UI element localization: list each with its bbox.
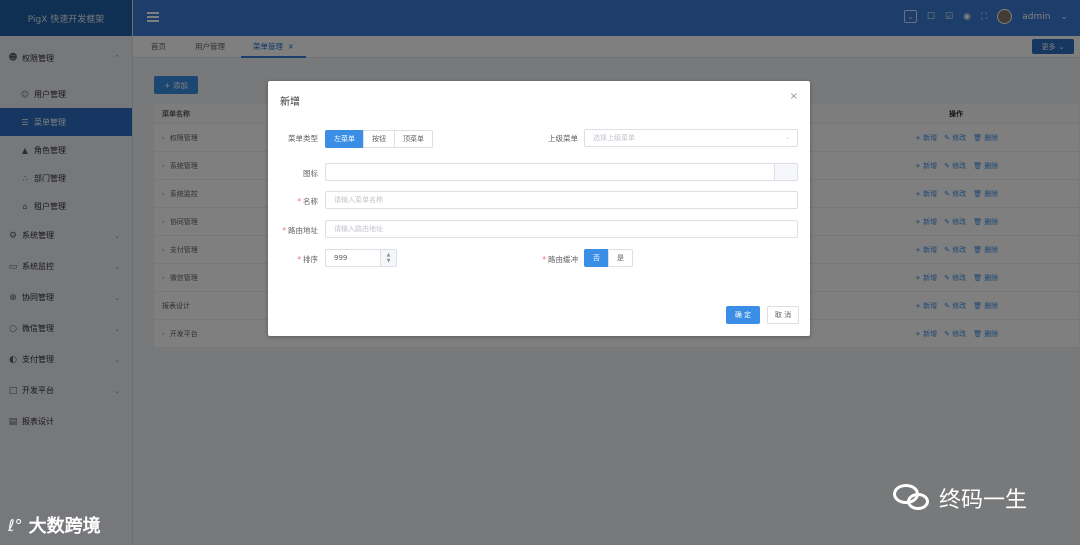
watermark-logo-icon: ℓ° — [8, 515, 23, 535]
name-label-text: 名称 — [303, 197, 318, 206]
sort-label: * 排序 — [297, 255, 318, 264]
route-cache-label-text: 路由缓冲 — [548, 255, 578, 264]
route-cache-yes[interactable]: 是 — [608, 249, 633, 267]
close-icon[interactable]: × — [790, 91, 798, 102]
route-cache-no[interactable]: 否 — [584, 249, 609, 267]
menu-type-label: 菜单类型 — [288, 134, 318, 143]
stepper-arrows-icon[interactable]: ▲ ▼ — [380, 250, 396, 266]
menu-type-button[interactable]: 按钮 — [363, 130, 395, 148]
route-cache-label: * 路由缓冲 — [542, 255, 578, 264]
name-input[interactable]: 请输入菜单名称 — [325, 191, 798, 209]
menu-type-radio-group: 左菜单 按钮 顶菜单 — [325, 130, 433, 148]
sort-stepper[interactable]: 999 ▲ ▼ — [325, 249, 397, 267]
confirm-button[interactable]: 确 定 — [726, 306, 760, 324]
route-input[interactable]: 请输入路由地址 — [325, 220, 798, 238]
wechat-icon — [893, 484, 931, 512]
sort-label-text: 排序 — [303, 255, 318, 264]
dialog-title: 新增 — [280, 97, 300, 108]
icon-picker-button[interactable] — [774, 164, 797, 180]
parent-menu-select[interactable]: 选择上级菜单 ⌄ — [584, 129, 798, 147]
route-placeholder: 请输入路由地址 — [334, 225, 383, 233]
parent-menu-placeholder: 选择上级菜单 — [593, 134, 635, 142]
parent-menu-label: 上级菜单 — [548, 134, 578, 143]
chevron-down-icon: ⌄ — [784, 134, 790, 141]
menu-type-top-menu[interactable]: 顶菜单 — [394, 130, 433, 148]
name-placeholder: 请输入菜单名称 — [334, 196, 383, 204]
watermark-right-text: 终码一生 — [939, 488, 1028, 513]
name-label: * 名称 — [297, 197, 318, 206]
icon-label: 图标 — [303, 169, 318, 178]
route-cache-radio-group: 否 是 — [584, 249, 633, 267]
menu-type-left-menu[interactable]: 左菜单 — [325, 130, 364, 148]
route-label: * 路由地址 — [282, 226, 318, 235]
icon-input[interactable] — [325, 163, 798, 181]
cancel-button[interactable]: 取 消 — [767, 306, 799, 324]
route-label-text: 路由地址 — [288, 226, 318, 235]
watermark-left: ℓ° 大数跨境 — [8, 512, 101, 538]
add-menu-dialog: 新增 × 菜单类型 左菜单 按钮 顶菜单 上级菜单 选择上级菜单 ⌄ 图标 * 名… — [268, 81, 810, 336]
watermark-right: 终码一生 — [893, 482, 1027, 514]
watermark-left-text: 大数跨境 — [28, 516, 101, 537]
sort-value: 999 — [334, 254, 348, 262]
